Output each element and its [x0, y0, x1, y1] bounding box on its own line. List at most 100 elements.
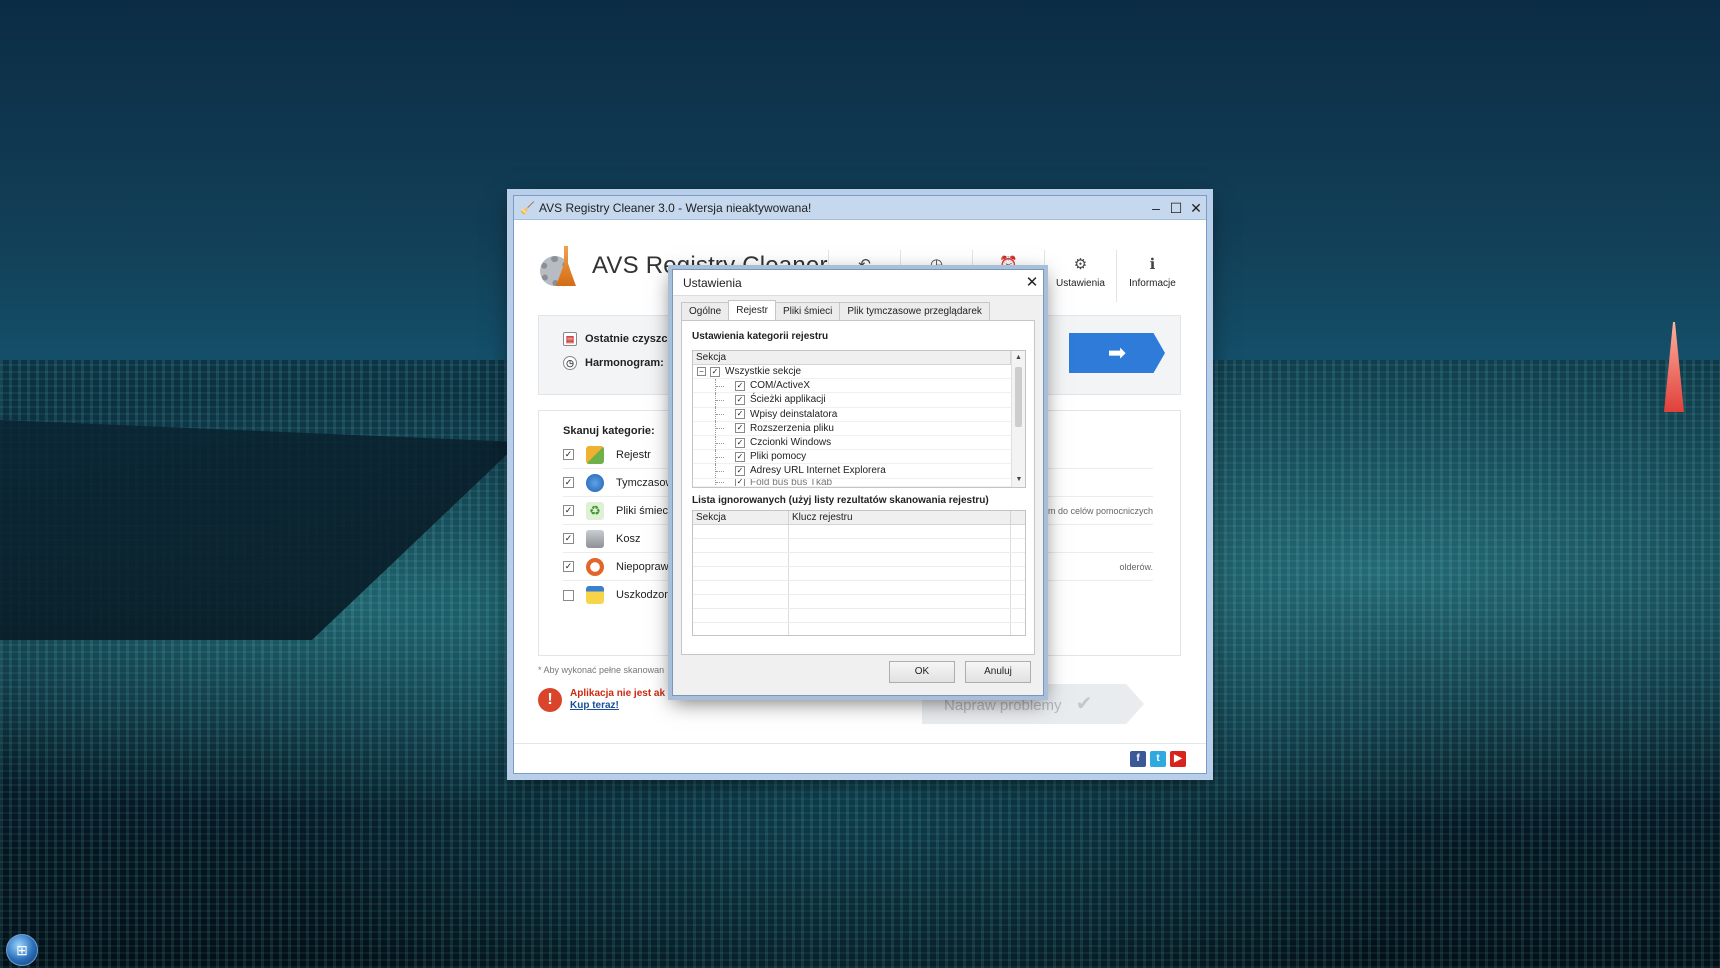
tree-guide-line: [715, 478, 735, 486]
minimize-button[interactable]: –: [1146, 198, 1166, 218]
tree-header[interactable]: Sekcja: [693, 351, 1011, 365]
scan-item-label: Uszkodzon: [616, 589, 671, 601]
scan-item-label: Tymczasow: [616, 476, 674, 489]
maximize-button[interactable]: ☐: [1166, 198, 1186, 218]
tree-item-partial[interactable]: ✓ Fold bus bus Tkab: [693, 478, 1011, 487]
tree-item[interactable]: ✓ Wpisy deinstalatora: [693, 407, 1011, 422]
tree-checkbox[interactable]: ✓: [735, 437, 745, 448]
tree-item[interactable]: ✓ COM/ActiveX: [693, 378, 1011, 394]
checkmark-icon: ✔: [1075, 693, 1093, 715]
ignore-list-title: Lista ignorowanych (użyj listy rezultató…: [692, 495, 989, 506]
registry-blocks-icon: [586, 445, 604, 464]
tree-item-label: Pliki pomocy: [750, 451, 807, 463]
grid-row[interactable]: [693, 567, 1025, 581]
tab-browser-temp[interactable]: Plik tymczasowe przeglądarek: [839, 302, 990, 320]
scan-item-label: Kosz: [616, 532, 641, 545]
tree-root-label: Wszystkie sekcje: [725, 366, 802, 378]
warning-text: Aplikacja nie jest ak Kup teraz!: [570, 688, 665, 712]
settings-dialog: Ustawienia ✕ Ogólne Rejestr Pliki śmieci…: [672, 269, 1044, 696]
scan-checkbox[interactable]: ✓: [563, 533, 574, 544]
warning-message: Aplikacja nie jest ak: [570, 688, 666, 699]
facebook-icon[interactable]: f: [1130, 751, 1146, 767]
scroll-thumb[interactable]: [1015, 367, 1022, 427]
grid-column-section[interactable]: Sekcja: [693, 511, 789, 524]
tree-root-row[interactable]: − ✓ Wszystkie sekcje: [693, 365, 1011, 380]
buy-now-link[interactable]: Kup teraz!: [570, 700, 665, 712]
tree-checkbox[interactable]: ✓: [735, 451, 745, 462]
grid-column-registry-key[interactable]: Klucz rejestru: [789, 511, 1011, 524]
grid-row[interactable]: [693, 553, 1025, 567]
dialog-close-button[interactable]: ✕: [1021, 272, 1043, 294]
grid-row[interactable]: [693, 581, 1025, 595]
start-scan-button[interactable]: ➡: [1069, 333, 1165, 373]
tab-junk-files[interactable]: Pliki śmieci: [774, 302, 841, 320]
tree-item-label: Wpisy deinstalatora: [750, 408, 838, 420]
scan-checkbox[interactable]: ✓: [563, 477, 574, 488]
start-button[interactable]: ⊞: [6, 934, 38, 966]
tree-checkbox[interactable]: ✓: [735, 423, 745, 434]
calendar-icon: ▤: [563, 332, 577, 346]
tree-checkbox[interactable]: ✓: [735, 465, 745, 476]
broom-app-icon: 🧹: [520, 200, 535, 215]
registry-section-title: Ustawienia kategorii rejestru: [692, 331, 829, 342]
cancel-button[interactable]: Anuluj: [965, 661, 1031, 683]
recycle-icon: ♻: [586, 501, 604, 520]
tree-item-label: Fold bus bus Tkab: [750, 478, 833, 487]
windows-logo-icon: ⊞: [16, 941, 28, 958]
info-tool-button[interactable]: ℹ Informacje: [1116, 250, 1188, 302]
tree-item-label: Czcionki Windows: [750, 437, 832, 449]
tree-scrollbar[interactable]: ▲ ▼: [1011, 351, 1025, 487]
dialog-titlebar[interactable]: Ustawienia ✕: [673, 270, 1043, 296]
arrow-right-icon: ➡: [1107, 340, 1127, 365]
dialog-title: Ustawienia: [683, 275, 742, 290]
clock-icon: ◷: [563, 356, 577, 370]
settings-tool-button[interactable]: ⚙ Ustawienia: [1044, 250, 1116, 302]
scroll-down-arrow-icon[interactable]: ▼: [1012, 473, 1025, 487]
social-links: f t ▶: [1130, 751, 1186, 767]
tree-item[interactable]: ✓ Rozszerzenia pliku: [693, 421, 1011, 436]
trash-bin-icon: [586, 529, 604, 548]
twitter-icon[interactable]: t: [1150, 751, 1166, 767]
tree-item[interactable]: ✓ Adresy URL Internet Explorera: [693, 463, 1011, 479]
grid-row[interactable]: [693, 623, 1025, 635]
tree-checkbox[interactable]: ✓: [735, 394, 745, 405]
toolbar-label-settings: Ustawienia: [1056, 278, 1105, 289]
scroll-up-arrow-icon[interactable]: ▲: [1012, 351, 1025, 365]
youtube-icon[interactable]: ▶: [1170, 751, 1186, 767]
grid-row[interactable]: [693, 539, 1025, 553]
tab-general[interactable]: Ogólne: [681, 302, 730, 320]
tree-checkbox[interactable]: ✓: [735, 409, 745, 420]
scan-checkbox[interactable]: ✓: [563, 449, 574, 460]
tree-checkbox[interactable]: ✓: [735, 478, 745, 486]
grid-header: Sekcja Klucz rejestru: [693, 511, 1025, 525]
scan-categories-title: Skanuj kategorie:: [563, 425, 655, 437]
last-clean-label: Ostatnie czyszcz: [585, 333, 674, 345]
scan-item-label: Rejestr: [616, 448, 651, 461]
gear-icon: ⚙: [1073, 256, 1088, 273]
scan-checkbox[interactable]: ✓: [563, 505, 574, 516]
grid-row[interactable]: [693, 595, 1025, 609]
grid-row[interactable]: [693, 525, 1025, 539]
schedule-label: Harmonogram:: [585, 357, 664, 369]
ok-button[interactable]: OK: [889, 661, 955, 683]
tree-item[interactable]: ✓ Ścieżki applikacji: [693, 392, 1011, 408]
close-button[interactable]: ✕: [1186, 198, 1206, 218]
registry-categories-tree[interactable]: Sekcja − ✓ Wszystkie sekcje ✓ COM/Active…: [692, 350, 1026, 488]
exclamation-icon: !: [538, 688, 562, 712]
tree-checkbox[interactable]: ✓: [735, 380, 745, 391]
scan-item-desc: ystem do celów pomocniczych: [1031, 505, 1153, 516]
toolbar-label-info: Informacje: [1129, 278, 1176, 289]
bottom-bar: f t ▶: [514, 743, 1206, 773]
main-titlebar[interactable]: 🧹 AVS Registry Cleaner 3.0 - Wersja niea…: [514, 196, 1206, 220]
tree-guide-line: [715, 378, 735, 393]
grid-row[interactable]: [693, 609, 1025, 623]
collapse-icon[interactable]: −: [697, 367, 706, 377]
tree-item[interactable]: ✓ Pliki pomocy: [693, 449, 1011, 465]
scan-item-desc: olderów.: [1119, 561, 1153, 572]
scan-checkbox[interactable]: ✓: [563, 561, 574, 572]
tab-registry[interactable]: Rejestr: [728, 300, 776, 320]
ignore-list-grid[interactable]: Sekcja Klucz rejestru: [692, 510, 1026, 636]
tree-checkbox[interactable]: ✓: [710, 366, 720, 377]
tree-item[interactable]: ✓ Czcionki Windows: [693, 435, 1011, 451]
scan-checkbox[interactable]: [563, 589, 574, 601]
